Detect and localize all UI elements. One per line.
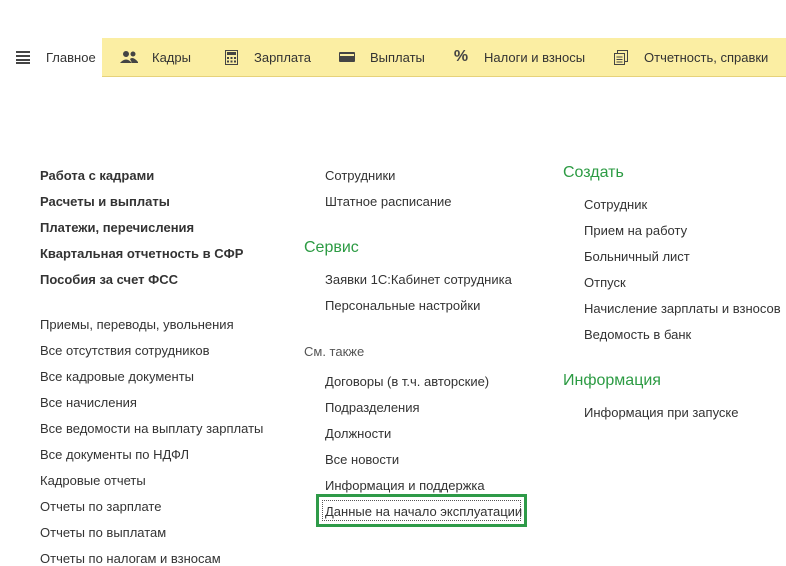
link-info-support[interactable]: Информация и поддержка [325,478,485,493]
link-hr-work[interactable]: Работа с кадрами [40,168,154,183]
tab-payments-label: Выплаты [370,49,425,65]
tab-taxes[interactable]: % Налоги и взносы [452,38,585,76]
link-employees[interactable]: Сотрудники [325,168,395,183]
link-absences[interactable]: Все отсутствия сотрудников [40,343,210,358]
tab-reports[interactable]: Отчетность, справки [612,38,768,76]
tab-reports-label: Отчетность, справки [644,49,769,65]
link-create-bank-statement[interactable]: Ведомость в банк [584,327,691,342]
link-news[interactable]: Все новости [325,452,399,467]
tab-payments[interactable]: Выплаты [338,38,425,76]
link-transfers[interactable]: Платежи, перечисления [40,220,194,235]
link-create-hire[interactable]: Прием на работу [584,223,687,238]
menu-icon [14,50,32,66]
link-departments[interactable]: Подразделения [325,400,420,415]
link-staff-schedule[interactable]: Штатное расписание [325,194,452,209]
tab-salary[interactable]: Зарплата [222,38,311,76]
link-create-vacation[interactable]: Отпуск [584,275,626,290]
link-quarterly-sfr[interactable]: Квартальная отчетность в СФР [40,246,243,261]
link-create-employee[interactable]: Сотрудник [584,197,647,212]
link-personal-settings[interactable]: Персональные настройки [325,298,480,313]
link-ndfl-documents[interactable]: Все документы по НДФЛ [40,447,189,462]
link-fss-benefits[interactable]: Пособия за счет ФСС [40,272,178,287]
link-accruals[interactable]: Все начисления [40,395,137,410]
tab-hr-label: Кадры [152,49,191,65]
info-header: Информация [563,372,661,389]
link-startup-info[interactable]: Информация при запуске [584,405,739,420]
link-salary-reports[interactable]: Отчеты по зарплате [40,499,161,514]
link-positions[interactable]: Должности [325,426,391,441]
tab-salary-label: Зарплата [254,49,311,65]
calculator-icon [222,49,240,65]
link-create-sick-leave[interactable]: Больничный лист [584,249,690,264]
link-payment-statements[interactable]: Все ведомости на выплату зарплаты [40,421,263,436]
tab-taxes-label: Налоги и взносы [484,49,586,65]
link-hr-documents[interactable]: Все кадровые документы [40,369,194,384]
link-create-accrual[interactable]: Начисление зарплаты и взносов [584,301,781,316]
reports-icon [612,49,630,65]
link-initial-data[interactable]: Данные на начало эксплуатации [325,504,522,519]
section-bar: Главное Кадры Зарплата Выплаты % Налоги … [0,38,786,77]
link-payroll[interactable]: Расчеты и выплаты [40,194,170,209]
link-hr-reports[interactable]: Кадровые отчеты [40,473,146,488]
wallet-icon [338,49,356,65]
service-header: Сервис [304,239,359,256]
tab-main[interactable]: Главное [0,38,102,77]
link-cabinet-requests[interactable]: Заявки 1С:Кабинет сотрудника [325,272,512,287]
link-hires-transfers[interactable]: Приемы, переводы, увольнения [40,317,234,332]
tab-main-label: Главное [46,50,96,65]
percent-icon: % [453,48,469,65]
people-icon [120,49,138,65]
link-contracts[interactable]: Договоры (в т.ч. авторские) [325,374,489,389]
link-payment-reports[interactable]: Отчеты по выплатам [40,525,166,540]
see-also-header: См. также [304,344,365,359]
tab-hr[interactable]: Кадры [120,38,191,76]
create-header: Создать [563,164,624,181]
